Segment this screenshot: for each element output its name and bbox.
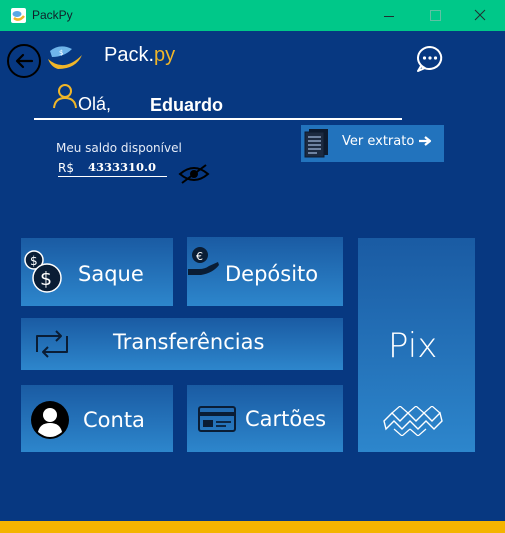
withdraw-label: Saque [78,262,144,286]
deposit-label: Depósito [225,262,319,286]
transfers-tile[interactable]: Transferências [21,318,343,370]
user-circle-icon [31,401,69,439]
user-outline-icon [53,84,77,109]
bottom-accent-bar [0,521,505,533]
credit-card-icon [198,406,236,432]
maximize-button[interactable] [415,0,455,31]
app-name: Pack.py [104,44,175,67]
window-title: PackPy [32,8,73,22]
coins-icon: $ $ [24,250,62,293]
withdraw-tile[interactable]: $ $ Saque [21,238,173,306]
app-icon [11,8,26,23]
statement-button[interactable]: Ver extrato [301,125,444,162]
arrow-right-icon [419,136,432,146]
app-name-main: Pack. [104,44,155,66]
chat-icon[interactable] [415,44,445,74]
svg-text:$: $ [40,268,52,290]
account-label: Conta [83,408,145,432]
title-bar: PackPy [0,0,505,31]
greeting-text: Olá, [78,94,112,114]
account-tile[interactable]: Conta [21,385,173,452]
balance-label: Meu saldo disponível [56,141,182,155]
back-button[interactable] [7,44,41,78]
user-name: Eduardo [150,95,224,115]
statement-label: Ver extrato [342,134,415,149]
packpy-logo-icon: $ [48,46,82,69]
back-arrow-icon [15,53,34,69]
hand-coin-icon: € [188,247,219,275]
svg-text:€: € [196,250,203,263]
pix-tile[interactable]: Pix [358,238,475,452]
close-icon [474,9,486,21]
transfers-label: Transferências [113,330,265,354]
document-icon [304,129,328,158]
balance-currency: R$ [58,161,74,175]
cards-tile[interactable]: Cartões [187,385,343,452]
app-name-accent: py [154,44,176,66]
app-window: $ Pack.py Olá, Eduardo Meu saldo disponí… [0,31,505,521]
deposit-tile[interactable]: € Depósito [187,237,343,306]
balance-underline [58,176,167,177]
svg-text:$: $ [30,254,38,268]
svg-text:$: $ [59,49,63,57]
cards-label: Cartões [245,407,327,431]
transfer-arrows-icon [36,330,68,358]
eye-slash-icon[interactable] [178,163,210,185]
pix-icon [383,406,443,436]
greeting-underline [34,118,402,120]
minimize-button[interactable] [370,0,410,31]
pix-label: Pix [388,326,438,366]
close-button[interactable] [460,0,500,31]
balance-value: 4333310.0 [88,160,157,174]
